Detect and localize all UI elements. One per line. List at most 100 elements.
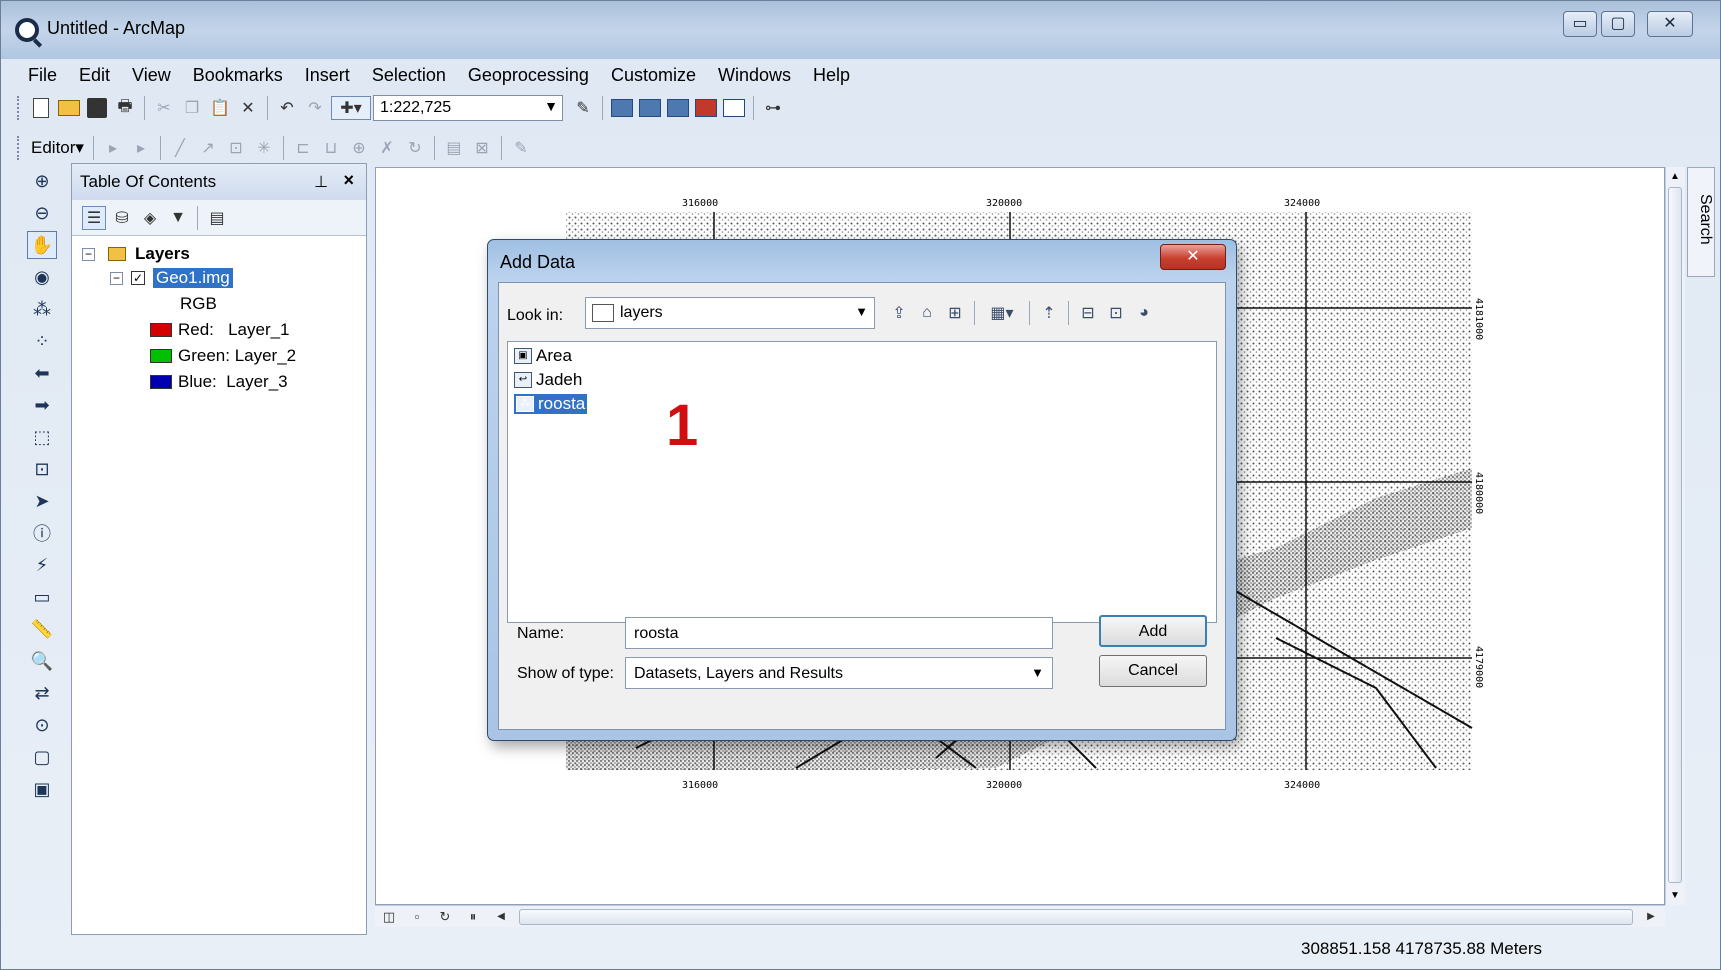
trace-icon[interactable]: ⊡ — [224, 136, 248, 160]
back-extent-icon[interactable]: ⬅ — [27, 359, 57, 387]
fixed-zoom-in-icon[interactable]: ⁂ — [27, 295, 57, 323]
reshape-icon[interactable]: ⊔ — [319, 136, 343, 160]
catalog-icon[interactable] — [638, 96, 662, 120]
toolbar-grip[interactable] — [17, 136, 21, 160]
name-field[interactable]: roosta — [625, 617, 1053, 649]
data-view-icon[interactable]: ▫ — [405, 905, 429, 929]
zoom-in-icon[interactable]: ⊕ — [27, 167, 57, 195]
cut-polygon-icon[interactable]: ⊕ — [347, 136, 371, 160]
zoom-out-icon[interactable]: ⊖ — [27, 199, 57, 227]
sketch-properties-icon[interactable]: ⊠ — [470, 136, 494, 160]
look-in-combo[interactable]: layers ▼ — [585, 297, 875, 329]
menu-selection[interactable]: Selection — [361, 65, 457, 86]
edit-annotation-icon[interactable]: ▸ — [129, 136, 153, 160]
search-window-icon[interactable] — [666, 96, 690, 120]
menu-view[interactable]: View — [121, 65, 182, 86]
list-by-selection-icon[interactable]: ▼ — [166, 206, 190, 230]
time-slider-icon[interactable]: ▢ — [27, 743, 57, 771]
redo-icon[interactable]: ↷ — [303, 96, 327, 120]
arcgis-online-icon[interactable]: ◕ — [1132, 301, 1156, 325]
menu-insert[interactable]: Insert — [294, 65, 361, 86]
map-horizontal-scrollbar[interactable]: ◫ ▫ ↻ ⏸ ◀ ▶ — [375, 905, 1665, 927]
menu-windows[interactable]: Windows — [707, 65, 802, 86]
file-item-area[interactable]: ▣ Area — [514, 346, 572, 366]
create-features-icon[interactable]: ✎ — [509, 136, 533, 160]
add-data-icon[interactable]: ✚▾ — [331, 96, 371, 120]
find-route-icon[interactable]: ⇄ — [27, 679, 57, 707]
scroll-down-icon[interactable]: ▼ — [1670, 890, 1680, 901]
pause-drawing-icon[interactable]: ⏸ — [461, 905, 485, 929]
list-by-drawing-order-icon[interactable]: ☰ — [82, 205, 106, 230]
editor-menu[interactable]: Editor▾ — [27, 138, 88, 158]
map-vertical-scrollbar[interactable]: ▲ ▼ — [1665, 167, 1685, 905]
delete-icon[interactable]: ✕ — [236, 96, 260, 120]
select-features-icon[interactable]: ⬚ — [27, 423, 57, 451]
layer-name[interactable]: Geo1.img — [153, 268, 233, 288]
refresh-icon[interactable]: ↻ — [433, 905, 457, 929]
maximize-button[interactable]: ▢ — [1601, 11, 1635, 37]
menu-edit[interactable]: Edit — [68, 65, 121, 86]
close-icon[interactable]: × — [343, 170, 354, 191]
editor-toolbar-icon[interactable]: ✎ — [571, 96, 595, 120]
undo-icon[interactable]: ↶ — [275, 96, 299, 120]
measure-icon[interactable]: 📏 — [27, 615, 57, 643]
show-of-type-select[interactable]: Datasets, Layers and Results ▼ — [625, 657, 1053, 689]
cancel-button[interactable]: Cancel — [1099, 655, 1207, 687]
horizontal-scroll-thumb[interactable] — [519, 908, 1633, 925]
menu-geoprocessing[interactable]: Geoprocessing — [457, 65, 600, 86]
dialog-close-button[interactable]: ✕ — [1160, 244, 1226, 270]
list-by-visibility-icon[interactable]: ◈ — [138, 206, 162, 230]
find-icon[interactable]: 🔍 — [27, 647, 57, 675]
search-side-tab[interactable]: Search — [1687, 167, 1715, 277]
attributes-icon[interactable]: ▤ — [442, 136, 466, 160]
file-item-roosta[interactable]: ⁂ roosta — [514, 394, 588, 414]
layer-visibility-checkbox[interactable]: ✓ — [131, 271, 145, 285]
paste-icon[interactable]: 📋 — [208, 96, 232, 120]
toc-icon[interactable]: ⊟ — [1076, 301, 1100, 325]
go-to-xy-icon[interactable]: ⊙ — [27, 711, 57, 739]
model-builder-icon[interactable]: ⊶ — [761, 96, 785, 120]
collapse-icon[interactable]: − — [110, 271, 123, 285]
fixed-zoom-out-icon[interactable]: ⁘ — [27, 327, 57, 355]
point-icon[interactable]: ✳ — [252, 136, 276, 160]
viewer-window-icon[interactable]: ▣ — [27, 775, 57, 803]
toolbar-grip[interactable] — [17, 96, 21, 120]
close-button[interactable]: ✕ — [1647, 11, 1693, 37]
map-scale-combo[interactable]: 1:222,725 ▼ — [373, 95, 563, 121]
html-popup-icon[interactable]: ▭ — [27, 583, 57, 611]
hyperlink-icon[interactable]: ⚡ — [27, 551, 57, 579]
arctoolbox-icon[interactable] — [694, 96, 718, 120]
minimize-button[interactable]: ▭ — [1563, 11, 1597, 37]
menu-file[interactable]: File — [17, 65, 68, 86]
print-icon[interactable]: 🖶 — [113, 96, 137, 120]
pan-icon[interactable]: ✋ — [27, 231, 57, 259]
file-list[interactable]: ▣ Area ↩ Jadeh ⁂ roosta 1 — [507, 341, 1217, 623]
vertical-scroll-thumb[interactable] — [1668, 187, 1682, 883]
menu-customize[interactable]: Customize — [600, 65, 707, 86]
copy-icon[interactable]: ❐ — [180, 96, 204, 120]
up-one-level-icon[interactable]: ⇪ — [887, 301, 911, 325]
open-folder-icon[interactable] — [57, 96, 81, 120]
new-document-icon[interactable] — [29, 96, 53, 120]
edit-tool-icon[interactable]: ▸ — [101, 136, 125, 160]
menu-bookmarks[interactable]: Bookmarks — [182, 65, 294, 86]
rotate-icon[interactable]: ↻ — [403, 136, 427, 160]
layer-node[interactable]: − ✓ Geo1.img — [110, 268, 233, 288]
scroll-right-icon[interactable]: ▶ — [1639, 905, 1663, 929]
options-icon[interactable]: ▤ — [205, 206, 229, 230]
split-icon[interactable]: ✗ — [375, 136, 399, 160]
endpoint-arc-icon[interactable]: ↗ — [196, 136, 220, 160]
pin-icon[interactable]: ⊥ — [314, 172, 328, 192]
cut-icon[interactable]: ✂ — [152, 96, 176, 120]
full-extent-icon[interactable]: ◉ — [27, 263, 57, 291]
add-button[interactable]: Add — [1099, 615, 1207, 647]
identify-icon[interactable]: ⓘ — [27, 519, 57, 547]
layout-view-icon[interactable]: ◫ — [377, 905, 401, 929]
python-window-icon[interactable] — [722, 96, 746, 120]
collapse-icon[interactable]: − — [82, 247, 95, 261]
layers-node[interactable]: − Layers — [82, 242, 190, 266]
forward-extent-icon[interactable]: ➡ — [27, 391, 57, 419]
new-folder-icon[interactable]: ⇡ — [1037, 301, 1061, 325]
menu-help[interactable]: Help — [802, 65, 861, 86]
scroll-up-icon[interactable]: ▲ — [1670, 171, 1680, 182]
